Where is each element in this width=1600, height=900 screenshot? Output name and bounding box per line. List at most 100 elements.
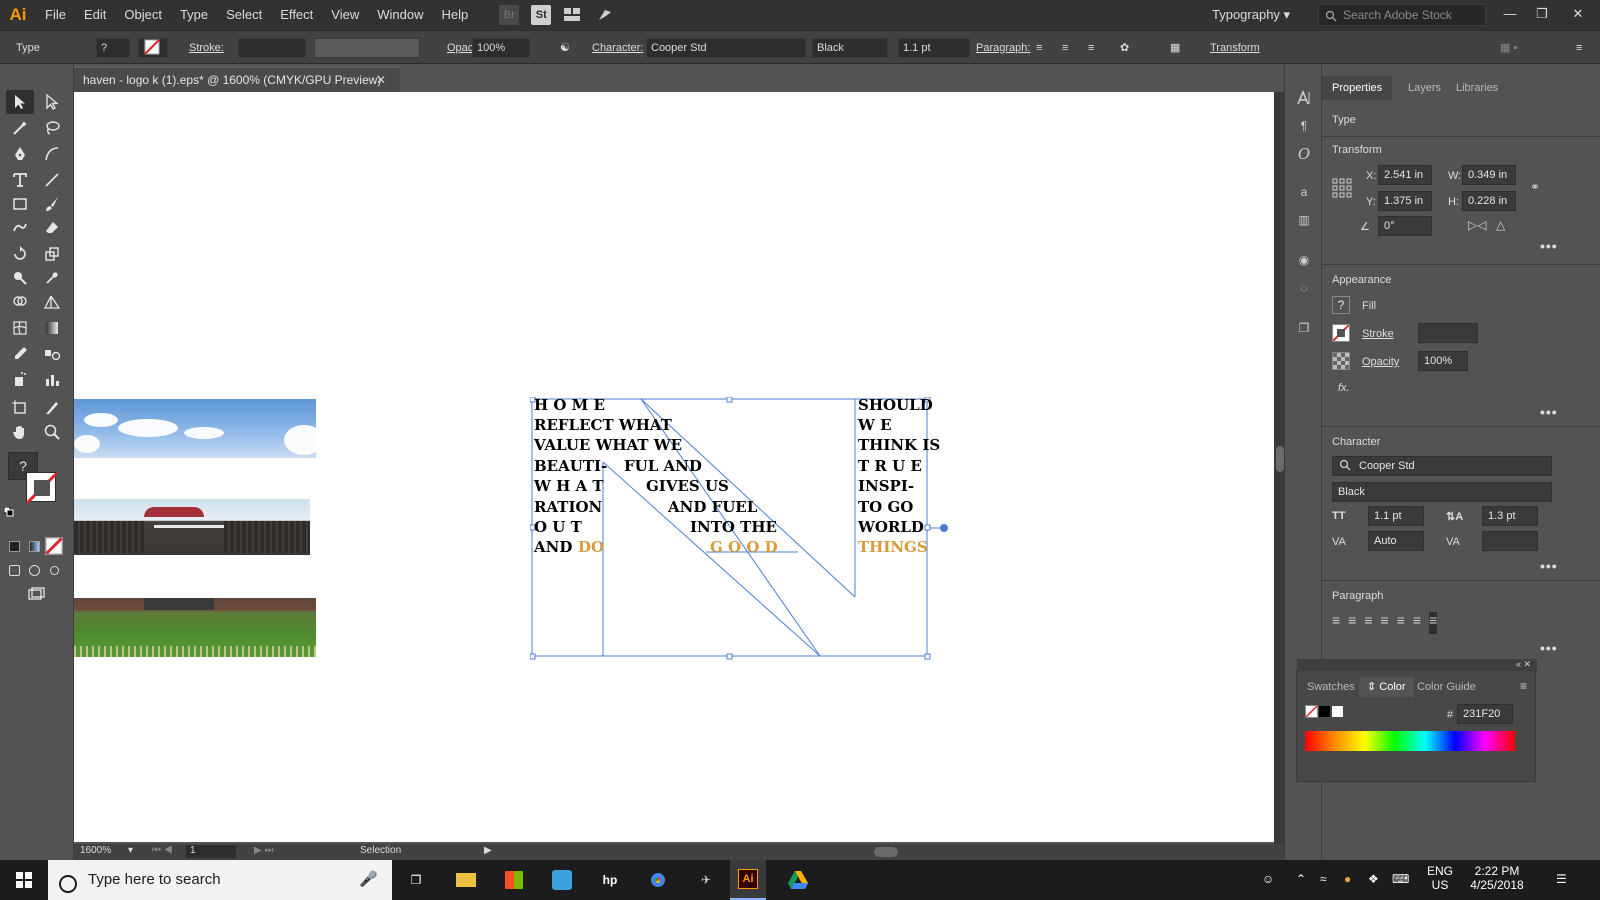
gradient-tool-icon[interactable] — [38, 316, 66, 340]
shape-builder-tool-icon[interactable] — [6, 290, 34, 314]
y-field[interactable]: 1.375 in — [1378, 191, 1432, 211]
variable-width-field[interactable] — [314, 38, 420, 58]
font-size-prop[interactable]: 1.1 pt — [1368, 506, 1424, 526]
character-more-options[interactable]: ••• — [1540, 558, 1558, 574]
appearance-more-options[interactable]: ••• — [1540, 404, 1558, 420]
default-colors-icon[interactable] — [3, 506, 14, 520]
stock-icon[interactable]: St — [531, 5, 552, 25]
w-field[interactable]: 0.349 in — [1462, 165, 1516, 185]
zoom-tool-icon[interactable] — [38, 420, 66, 444]
gradient-mode-icon[interactable] — [24, 534, 44, 558]
draw-behind-icon[interactable] — [24, 558, 44, 582]
para-align-right-icon[interactable]: ≡ — [1364, 612, 1372, 634]
type-tool-icon[interactable] — [6, 168, 34, 192]
logo-line-8b[interactable]: DO — [578, 537, 604, 557]
glyphs-panel-icon[interactable]: a — [1294, 182, 1314, 202]
para-align-left-icon[interactable]: ≡ — [1332, 612, 1340, 634]
transform-label[interactable]: Transform — [1210, 31, 1260, 65]
logo-right-5[interactable]: INSPI- — [858, 476, 914, 496]
store-icon[interactable] — [500, 866, 528, 894]
menu-window[interactable]: Window — [368, 0, 432, 30]
paragraph-more-options[interactable]: ••• — [1540, 640, 1558, 656]
align-objects-icon[interactable]: ▦ — [1170, 31, 1180, 65]
stroke-label-prop[interactable]: Stroke — [1362, 328, 1394, 340]
graphic-styles-icon[interactable]: ◌ — [1294, 278, 1314, 298]
selection-tool-icon[interactable] — [6, 90, 34, 114]
close-document-icon[interactable]: ✕ — [376, 68, 386, 92]
logo-line-7b[interactable]: INTO THE — [690, 517, 777, 537]
font-family-field[interactable]: Cooper Std — [646, 38, 806, 58]
logo-right-2[interactable]: W E — [858, 415, 892, 435]
windows-start-icon[interactable] — [10, 866, 38, 894]
draw-inside-icon[interactable] — [44, 558, 64, 582]
hp-icon[interactable]: hp — [596, 866, 624, 894]
constrain-proportions-icon[interactable]: ⚭ — [1530, 180, 1540, 194]
color-swatch-row[interactable] — [1305, 705, 1347, 722]
screen-mode-icon[interactable] — [22, 582, 50, 606]
appearance-panel-icon[interactable]: ◉ — [1294, 250, 1314, 270]
arrange-documents-icon[interactable] — [563, 5, 583, 25]
opacity-field-prop[interactable]: 100% — [1418, 351, 1468, 371]
rectangle-tool-icon[interactable] — [6, 192, 34, 216]
font-style-prop[interactable]: Black — [1332, 482, 1552, 502]
line-tool-icon[interactable] — [38, 168, 66, 192]
flip-vertical-icon[interactable]: △ — [1496, 218, 1505, 232]
show-hidden-icons[interactable]: ⌃ — [1296, 872, 1306, 886]
tab-color[interactable]: ⇕ Color — [1359, 677, 1414, 697]
tab-color-guide[interactable]: Color Guide — [1409, 677, 1484, 697]
chrome-icon[interactable] — [644, 866, 672, 894]
leading-prop[interactable]: 1.3 pt — [1482, 506, 1538, 526]
tab-swatches[interactable]: Swatches — [1299, 677, 1363, 697]
stroke-weight-field[interactable] — [238, 38, 306, 58]
clock[interactable]: 2:22 PM 4/25/2018 — [1462, 864, 1532, 892]
gpu-performance-icon[interactable] — [595, 5, 615, 25]
menu-file[interactable]: File — [36, 0, 75, 30]
blend-tool-icon[interactable] — [38, 342, 66, 366]
taskbar-search-input[interactable]: Type here to search 🎤 — [48, 860, 392, 900]
menu-effect[interactable]: Effect — [271, 0, 322, 30]
opentype-panel-icon[interactable]: O — [1294, 144, 1314, 164]
column-graph-tool-icon[interactable] — [38, 368, 66, 392]
minimize-button[interactable]: — — [1494, 0, 1526, 30]
logo-right-6[interactable]: TO GO — [858, 497, 913, 517]
artboards-panel-icon[interactable]: ❐ — [1294, 318, 1314, 338]
shaper-tool-icon[interactable] — [6, 216, 34, 240]
app-icon[interactable]: ✈ — [692, 866, 720, 894]
character-label[interactable]: Character: — [592, 31, 643, 65]
language-indicator[interactable]: ENG US — [1422, 864, 1458, 892]
logo-line-6b[interactable]: AND FUEL — [668, 497, 757, 517]
restore-button[interactable]: ❐ — [1526, 0, 1558, 30]
align-left-icon[interactable]: ≡ — [1036, 31, 1042, 65]
logo-line-7a[interactable]: O U T — [534, 517, 582, 537]
stroke-swatch-prop[interactable] — [1332, 324, 1350, 342]
perspective-grid-tool-icon[interactable] — [38, 290, 66, 314]
paragraph-panel-icon[interactable]: ¶ — [1294, 116, 1314, 136]
google-drive-icon[interactable] — [784, 866, 812, 894]
puppet-warp-tool-icon[interactable] — [38, 266, 66, 290]
color-panel-menu-icon[interactable]: ≡ — [1520, 679, 1527, 693]
security-icon[interactable]: ● — [1344, 872, 1351, 886]
tab-layers[interactable]: Layers — [1398, 76, 1451, 100]
fill-swatch-prop[interactable]: ? — [1332, 296, 1350, 314]
logo-line-8a[interactable]: AND — [534, 537, 572, 557]
opentype-icon[interactable]: ✿ — [1120, 31, 1129, 65]
reference-point-icon[interactable] — [1332, 178, 1352, 201]
action-center-icon[interactable]: ☰ — [1556, 872, 1567, 886]
justify-right-icon[interactable]: ≡ — [1413, 612, 1421, 634]
symbol-sprayer-tool-icon[interactable] — [6, 368, 34, 392]
pen-tool-icon[interactable] — [6, 142, 34, 166]
control-menu-icon[interactable]: ≡ — [1576, 31, 1582, 65]
draw-normal-icon[interactable] — [4, 558, 24, 582]
people-icon[interactable]: ☺ — [1262, 872, 1274, 886]
logo-line-6a[interactable]: RATION — [534, 497, 602, 517]
logo-right-4[interactable]: T R U E — [858, 456, 922, 476]
logo-line-2[interactable]: REFLECT WHAT — [534, 415, 672, 435]
justify-all-icon[interactable]: ≡ — [1429, 612, 1438, 634]
stroke-weight-prop[interactable] — [1418, 323, 1478, 343]
house-photo[interactable] — [74, 499, 310, 555]
recolor-icon[interactable]: ☯ — [560, 31, 570, 65]
mesh-tool-icon[interactable] — [6, 316, 34, 340]
artboard-number-field[interactable]: 1 — [186, 845, 236, 858]
wifi-icon[interactable]: ≈ — [1320, 872, 1327, 886]
logo-line-4a[interactable]: BEAUTI- — [534, 456, 607, 476]
